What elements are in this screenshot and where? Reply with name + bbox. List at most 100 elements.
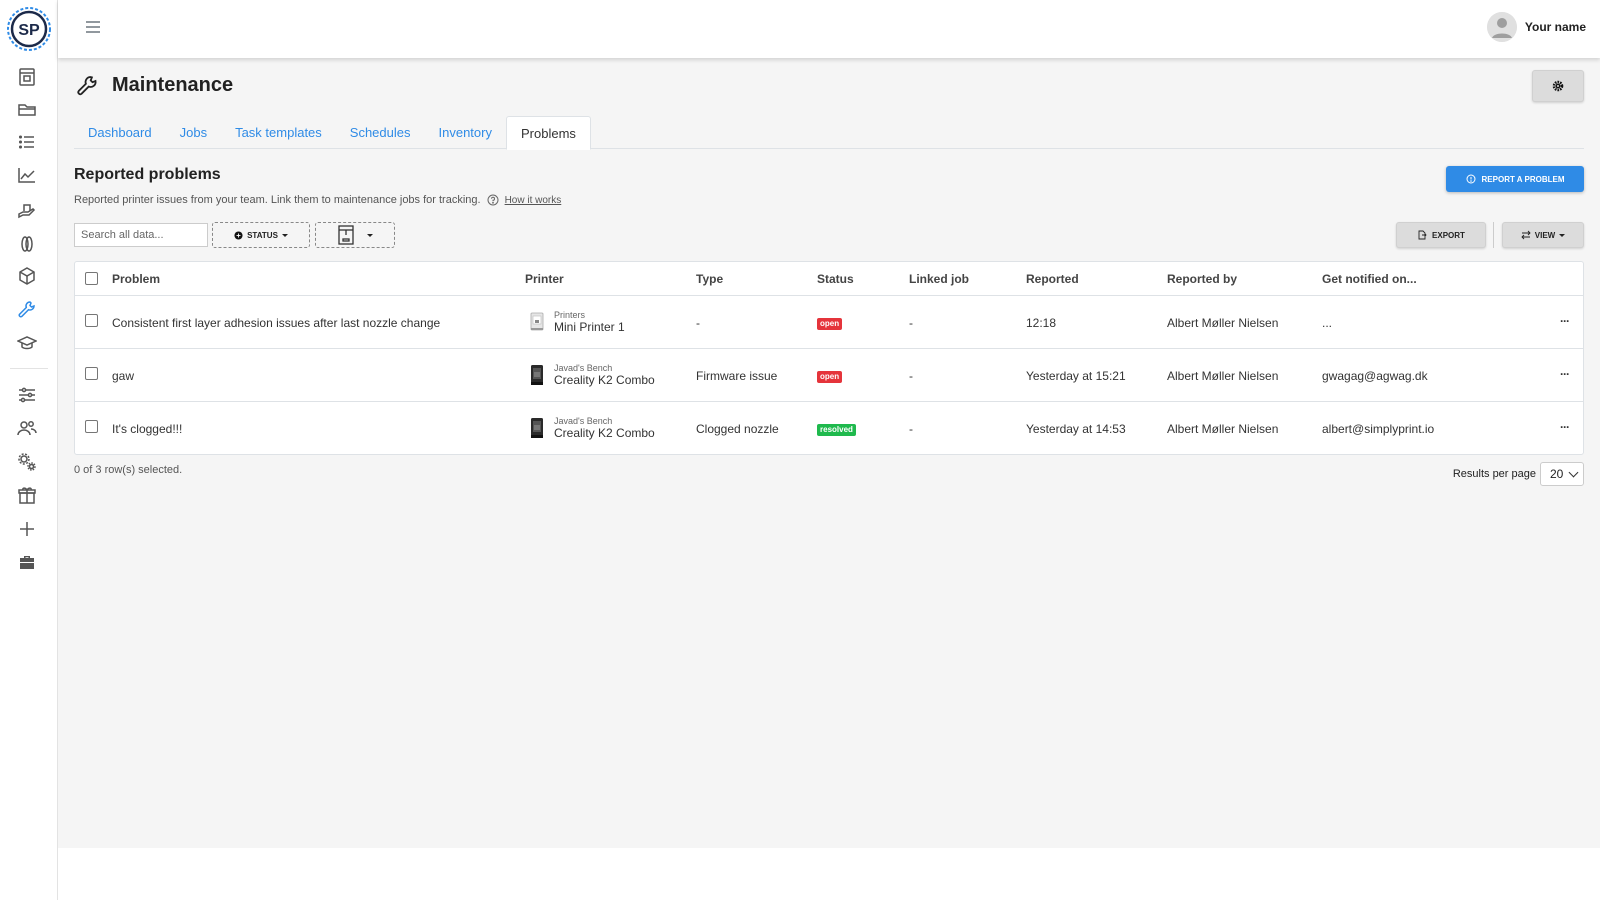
table-row[interactable]: Consistent first layer adhesion issues a… (75, 296, 1583, 349)
column-header-notified-on[interactable]: Get notified on... (1322, 272, 1417, 286)
printer-group: Printers (554, 310, 586, 320)
simplyprint-logo[interactable]: SP (6, 6, 52, 52)
sidebar-printer-icon[interactable] (17, 67, 37, 87)
chevron-down-icon (1568, 467, 1579, 478)
tab-dashboard[interactable]: Dashboard (74, 116, 166, 149)
user-menu[interactable]: Your name (1486, 12, 1586, 42)
export-button[interactable]: EXPORT (1396, 222, 1486, 248)
wrench-icon (76, 75, 98, 97)
avatar[interactable] (1486, 12, 1517, 42)
column-header-printer[interactable]: Printer (525, 272, 564, 286)
caret-down-icon (1559, 233, 1566, 237)
caret-down-icon (281, 233, 288, 237)
sidebar-sliders-icon[interactable] (17, 385, 37, 405)
top-bar: Your name (58, 0, 1600, 58)
tabs: Dashboard Jobs Task templates Schedules … (74, 116, 1584, 150)
problems-table: Problem Printer Type Status Linked job R… (74, 261, 1584, 455)
how-it-works-link[interactable]: How it works (505, 195, 562, 206)
linked-job-cell: - (909, 369, 913, 383)
linked-job-cell: - (909, 316, 913, 330)
sidebar-briefcase-icon[interactable] (17, 552, 37, 572)
gear-icon (1552, 80, 1564, 92)
printer-frame-icon (338, 225, 354, 245)
help-circle-icon (487, 194, 499, 206)
sidebar-filament-spool-icon[interactable] (17, 234, 37, 254)
results-per-page-select[interactable]: 20 (1540, 462, 1584, 486)
column-header-status[interactable]: Status (817, 272, 854, 286)
reported-cell: 12:18 (1026, 316, 1057, 330)
section-description: Reported printer issues from your team. … (74, 194, 561, 206)
sidebar-users-icon[interactable] (17, 418, 37, 438)
notified-on-cell: ... (1322, 316, 1333, 330)
status-filter-label: STATUS (247, 230, 278, 240)
type-cell: Firmware issue (696, 369, 778, 383)
table-header: Problem Printer Type Status Linked job R… (75, 262, 1583, 296)
results-per-page-label: Results per page (1452, 468, 1536, 480)
reported-cell: Yesterday at 14:53 (1026, 422, 1126, 436)
row-actions-menu[interactable]: ··· (1560, 367, 1570, 381)
select-all-checkbox[interactable] (85, 272, 98, 285)
row-actions-menu[interactable]: ··· (1560, 420, 1570, 434)
printer-filter-button[interactable] (315, 222, 395, 248)
status-badge: open (817, 318, 843, 330)
plus-circle-icon (234, 230, 243, 240)
reported-by-cell: Albert Møller Nielsen (1167, 316, 1279, 330)
problem-cell[interactable]: gaw (112, 369, 134, 383)
problem-cell[interactable]: It's clogged!!! (112, 422, 182, 436)
table-row[interactable]: gaw Javad's Bench Creality K2 Combo Firm… (75, 349, 1583, 402)
sidebar-cube-icon[interactable] (17, 266, 37, 286)
printer-name: Creality K2 Combo (554, 426, 655, 440)
creality-k2-printer-image (528, 364, 546, 386)
toolbar-divider (1493, 222, 1494, 248)
selected-rows-count: 0 of 3 row(s) selected. (74, 464, 183, 476)
printer-cell[interactable]: Javad's Bench Creality K2 Combo (528, 363, 655, 387)
tab-schedules[interactable]: Schedules (336, 116, 425, 149)
view-button[interactable]: VIEW (1502, 222, 1584, 248)
sidebar-folder-icon[interactable] (17, 99, 37, 119)
sidebar-hand-icon[interactable] (17, 200, 37, 220)
column-header-reported[interactable]: Reported (1026, 272, 1079, 286)
hamburger-menu-icon[interactable] (84, 18, 102, 36)
settings-button[interactable] (1532, 70, 1584, 102)
report-problem-label: REPORT A PROBLEM (1481, 174, 1565, 184)
alert-circle-icon (1466, 174, 1476, 184)
notified-on-cell: albert@simplyprint.io (1322, 422, 1435, 436)
tab-jobs[interactable]: Jobs (166, 116, 221, 149)
sidebar-list-icon[interactable] (17, 132, 37, 152)
results-per-page-value: 20 (1550, 467, 1564, 481)
logo-text: SP (18, 22, 40, 39)
sidebar-graduation-cap-icon[interactable] (17, 333, 37, 353)
printer-cell[interactable]: Javad's Bench Creality K2 Combo (528, 416, 655, 440)
user-name[interactable]: Your name (1525, 20, 1586, 34)
column-header-reported-by[interactable]: Reported by (1167, 272, 1237, 286)
sidebar-wrench-icon[interactable] (17, 300, 37, 320)
reported-cell: Yesterday at 15:21 (1026, 369, 1126, 383)
tab-task-templates[interactable]: Task templates (221, 116, 336, 149)
row-checkbox[interactable] (85, 367, 98, 380)
reported-by-cell: Albert Møller Nielsen (1167, 369, 1279, 383)
column-header-linked-job[interactable]: Linked job (909, 272, 969, 286)
sidebar-statistics-icon[interactable] (17, 165, 37, 185)
printer-group: Javad's Bench (554, 363, 613, 373)
row-checkbox[interactable] (85, 420, 98, 433)
problem-cell[interactable]: Consistent first layer adhesion issues a… (112, 316, 440, 330)
sidebar-plus-icon[interactable] (17, 519, 37, 539)
status-filter-button[interactable]: STATUS (212, 222, 310, 248)
description-text: Reported printer issues from your team. … (74, 194, 481, 206)
sidebar-gift-icon[interactable] (17, 485, 37, 505)
table-row[interactable]: It's clogged!!! Javad's Bench Creality K… (75, 402, 1583, 455)
row-actions-menu[interactable]: ··· (1560, 314, 1570, 328)
printer-cell[interactable]: Printers Mini Printer 1 (528, 310, 625, 334)
printer-group: Javad's Bench (554, 416, 613, 426)
notified-on-cell: gwagag@agwag.dk (1322, 369, 1428, 383)
sidebar-gears-icon[interactable] (17, 452, 37, 472)
search-input[interactable] (74, 223, 208, 247)
report-problem-button[interactable]: REPORT A PROBLEM (1446, 166, 1584, 192)
reported-by-cell: Albert Møller Nielsen (1167, 422, 1279, 436)
tab-problems[interactable]: Problems (505, 116, 591, 150)
section-title: Reported problems (74, 166, 221, 183)
column-header-type[interactable]: Type (696, 272, 723, 286)
tab-inventory[interactable]: Inventory (425, 116, 506, 149)
column-header-problem[interactable]: Problem (112, 272, 160, 286)
row-checkbox[interactable] (85, 314, 98, 327)
